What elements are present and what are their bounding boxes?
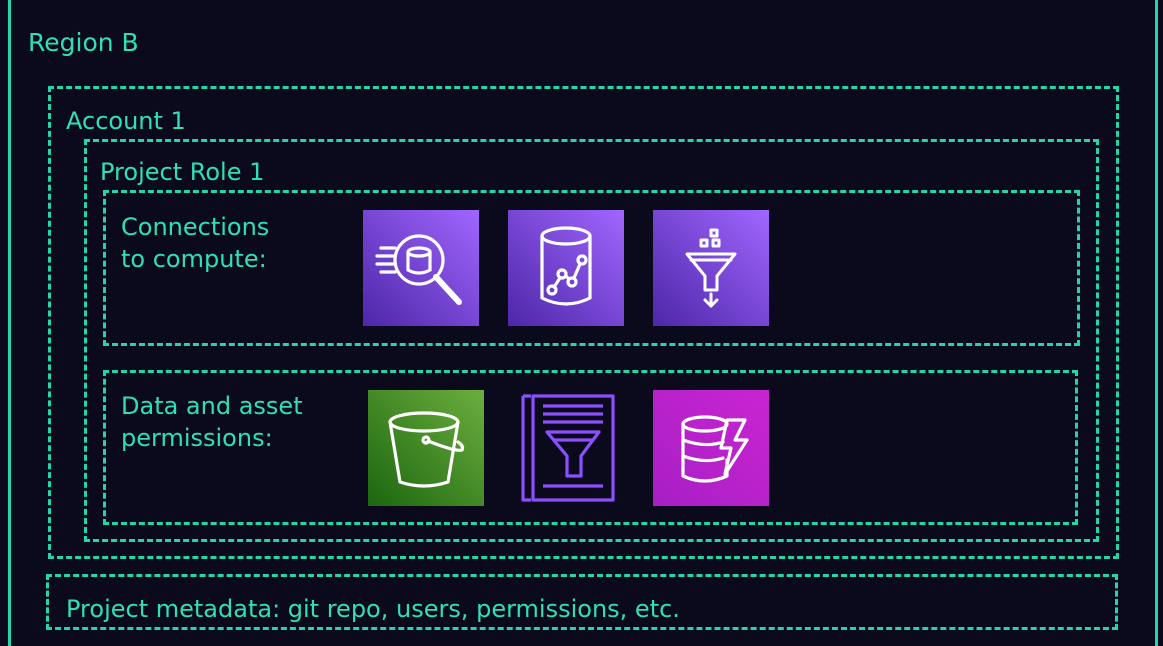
project-role-label: Project Role 1 xyxy=(100,158,265,186)
data-funnel-icon xyxy=(653,210,769,326)
s3-bucket-icon xyxy=(368,390,484,506)
compute-label-line2: to compute: xyxy=(121,245,267,273)
data-label-line2: permissions: xyxy=(121,424,273,452)
account-label: Account 1 xyxy=(66,107,186,135)
project-metadata-label: Project metadata: git repo, users, permi… xyxy=(66,595,680,623)
data-label-line1: Data and asset xyxy=(121,392,303,420)
region-label: Region B xyxy=(28,28,139,57)
glue-catalog-icon xyxy=(519,390,635,506)
database-analytics-icon xyxy=(508,210,624,326)
dynamodb-icon xyxy=(653,390,769,506)
compute-label-line1: Connections xyxy=(121,213,270,241)
athena-query-icon xyxy=(363,210,479,326)
